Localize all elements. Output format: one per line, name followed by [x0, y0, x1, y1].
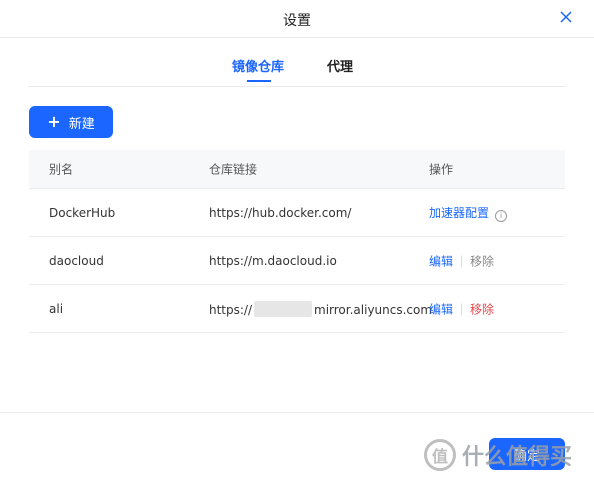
- row-actions: 加速器配置 i: [429, 204, 508, 222]
- tab-label: 镜像仓库: [232, 60, 285, 75]
- redacted-block: [254, 300, 313, 317]
- plus-icon: +: [47, 112, 61, 131]
- table-row: daocloud https://m.daocloud.io 编辑 移除: [29, 237, 565, 285]
- tab-active-indicator: [247, 80, 271, 82]
- column-header-actions: 操作: [429, 162, 454, 177]
- row-url: https://m.daocloud.io: [209, 253, 337, 268]
- column-header-url: 仓库链接: [209, 162, 258, 177]
- tab-proxy[interactable]: 代理: [327, 56, 353, 75]
- tab-bar: 镜像仓库 代理: [0, 38, 594, 86]
- dialog-title: 设置: [283, 13, 311, 29]
- accelerator-config-link[interactable]: 加速器配置: [429, 206, 489, 220]
- url-suffix: mirror.aliyuncs.com: [314, 302, 433, 317]
- new-button-label: 新建: [68, 116, 95, 132]
- table-row: ali https:// mirror.aliyuncs.com 编辑 移除: [29, 285, 565, 333]
- table-row: DockerHub https://hub.docker.com/ 加速器配置 i: [29, 189, 565, 237]
- info-icon[interactable]: i: [495, 209, 508, 222]
- row-url: https://hub.docker.com/: [209, 205, 352, 220]
- remove-link[interactable]: 移除: [470, 302, 494, 316]
- row-actions: 编辑 移除: [429, 252, 494, 269]
- close-icon[interactable]: [558, 9, 574, 25]
- edit-link[interactable]: 编辑: [429, 302, 453, 316]
- action-separator: [461, 255, 463, 267]
- row-actions: 编辑 移除: [429, 300, 494, 317]
- remove-link[interactable]: 移除: [470, 254, 494, 268]
- confirm-button[interactable]: 确定: [489, 438, 565, 470]
- tab-image-registry[interactable]: 镜像仓库: [232, 56, 285, 82]
- action-separator: [461, 303, 463, 315]
- column-header-alias: 别名: [49, 162, 74, 177]
- table-header: 别名 仓库链接 操作: [29, 150, 565, 189]
- dialog-header: 设置: [0, 0, 594, 38]
- tab-label: 代理: [327, 60, 354, 75]
- tab-divider: [28, 86, 566, 87]
- settings-dialog: 设置 镜像仓库 代理 + 新建 别名 仓库链接 操作 DockerHub htt…: [0, 0, 594, 481]
- new-button[interactable]: + 新建: [29, 106, 113, 138]
- row-url: https:// mirror.aliyuncs.com: [209, 300, 433, 317]
- confirm-button-label: 确定: [513, 448, 540, 464]
- row-alias: DockerHub: [49, 205, 116, 220]
- edit-link[interactable]: 编辑: [429, 254, 453, 268]
- url-prefix: https://: [209, 302, 253, 317]
- registry-table: 别名 仓库链接 操作 DockerHub https://hub.docker.…: [29, 150, 565, 333]
- row-alias: daocloud: [49, 253, 104, 268]
- row-alias: ali: [49, 301, 64, 316]
